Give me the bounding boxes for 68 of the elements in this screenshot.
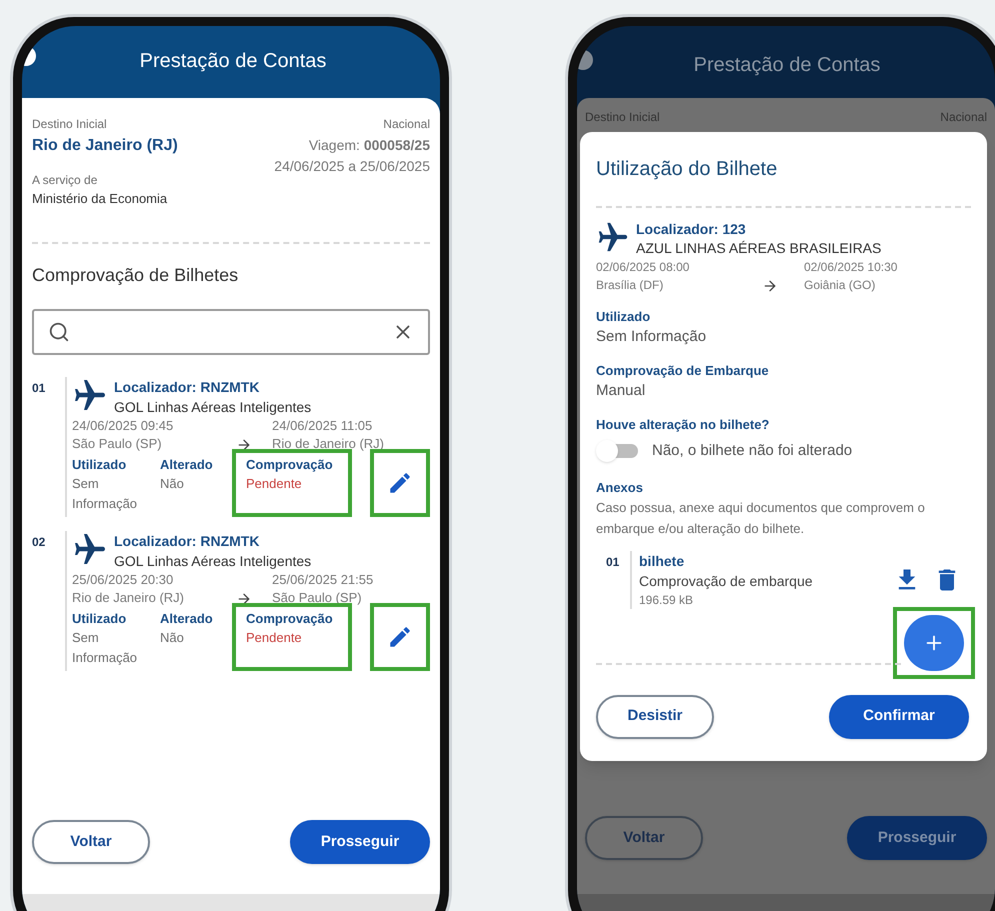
column-label: Utilizado <box>72 456 128 474</box>
airplane-icon <box>72 531 108 567</box>
field-label: A serviço de <box>32 172 98 189</box>
field-value: Manual <box>596 381 646 401</box>
field-label: Comprovação de Embarque <box>596 362 770 380</box>
airline-name: AZUL LINHAS AÉREAS BRASILEIRAS <box>636 239 882 258</box>
outline-button[interactable]: Desistir <box>596 694 714 738</box>
column-label: Utilizado <box>72 610 128 628</box>
primary-button[interactable]: Prosseguir <box>847 816 987 860</box>
airplane-icon <box>72 377 108 413</box>
field-label: Anexos <box>596 478 644 496</box>
column-value: Sem Informação <box>72 629 138 667</box>
outline-button[interactable]: Voltar <box>32 820 150 864</box>
airline-name: GOL Linhas Aéreas Inteligentes <box>114 552 312 571</box>
column-value: Pendente <box>246 475 303 493</box>
toggle-text: Não, o bilhete não foi alterado <box>652 441 852 461</box>
attachments-description: Caso possua, anexe aqui documentos que comprovem o embarque e/ou alteração do bilhete. <box>596 498 926 538</box>
departure-datetime: 02/06/2025 08:00 <box>596 259 690 276</box>
column-value: Sem Informação <box>72 475 138 513</box>
field-label: Destino Inicial <box>32 116 108 133</box>
scope-text: Nacional <box>383 116 430 133</box>
service-text: Ministério da Economia <box>32 190 168 208</box>
departure-city: São Paulo (SP) <box>72 435 163 453</box>
field-value: Sem Informação <box>596 327 708 347</box>
primary-button[interactable]: Prosseguir <box>290 820 430 864</box>
header-title: Prestação de Contas <box>138 49 328 74</box>
trip-number: Viagem: 000058/25 <box>308 136 430 155</box>
departure-datetime: 25/06/2025 20:30 <box>72 571 174 589</box>
column-value: Pendente <box>246 629 303 647</box>
departure-city: Brasília (DF) <box>596 277 664 294</box>
airplane-icon <box>596 220 630 254</box>
field-label: Nacional <box>940 110 987 124</box>
header-title: Prestação de Contas <box>692 53 882 78</box>
locator-text: Localizador: RNZMTK <box>114 378 260 397</box>
locator-text: Localizador: 123 <box>636 220 747 238</box>
ticket-number: 01 <box>32 380 46 397</box>
column-label: Comprovação <box>246 610 334 628</box>
section-title: Comprovação de Bilhetes <box>32 264 240 287</box>
dialog-title: Utilização do Bilhete <box>596 157 778 182</box>
attachment-name: bilhete <box>639 552 686 570</box>
departure-city: Rio de Janeiro (RJ) <box>72 589 185 607</box>
arrival-city: Rio de Janeiro (RJ) <box>272 435 385 453</box>
field-label: Houve alteração no bilhete? <box>596 416 770 434</box>
column-value: Não <box>160 629 185 647</box>
column-label: Alterado <box>160 610 214 628</box>
arrival-datetime: 02/06/2025 10:30 <box>804 259 898 276</box>
airline-name: GOL Linhas Aéreas Inteligentes <box>114 398 312 417</box>
departure-datetime: 24/06/2025 09:45 <box>72 417 174 435</box>
column-label: Alterado <box>160 456 214 474</box>
field-label: Utilizado <box>596 308 652 326</box>
field-label: Destino Inicial <box>585 110 660 124</box>
column-label: Comprovação <box>246 456 334 474</box>
attachment-type: Comprovação de embarque <box>639 572 814 590</box>
arrival-city: São Paulo (SP) <box>272 589 363 607</box>
search-field[interactable] <box>32 309 430 355</box>
destination-text: Rio de Janeiro (RJ) <box>32 136 178 156</box>
arrival-datetime: 24/06/2025 11:05 <box>272 417 374 435</box>
arrival-city: Goiânia (GO) <box>804 277 876 294</box>
search-icon <box>48 321 70 343</box>
column-value: Não <box>160 475 185 493</box>
trip-dates: 24/06/2025 a 25/06/2025 <box>274 157 430 176</box>
arrival-datetime: 25/06/2025 21:55 <box>272 571 374 589</box>
ticket-number: 02 <box>32 534 46 551</box>
primary-button[interactable]: Confirmar <box>829 694 969 738</box>
locator-text: Localizador: RNZMTK <box>114 532 260 551</box>
toggle-switch[interactable] <box>596 440 638 462</box>
attachment-size: 196.59 kB <box>639 592 694 608</box>
attachment-number: 01 <box>606 554 620 570</box>
